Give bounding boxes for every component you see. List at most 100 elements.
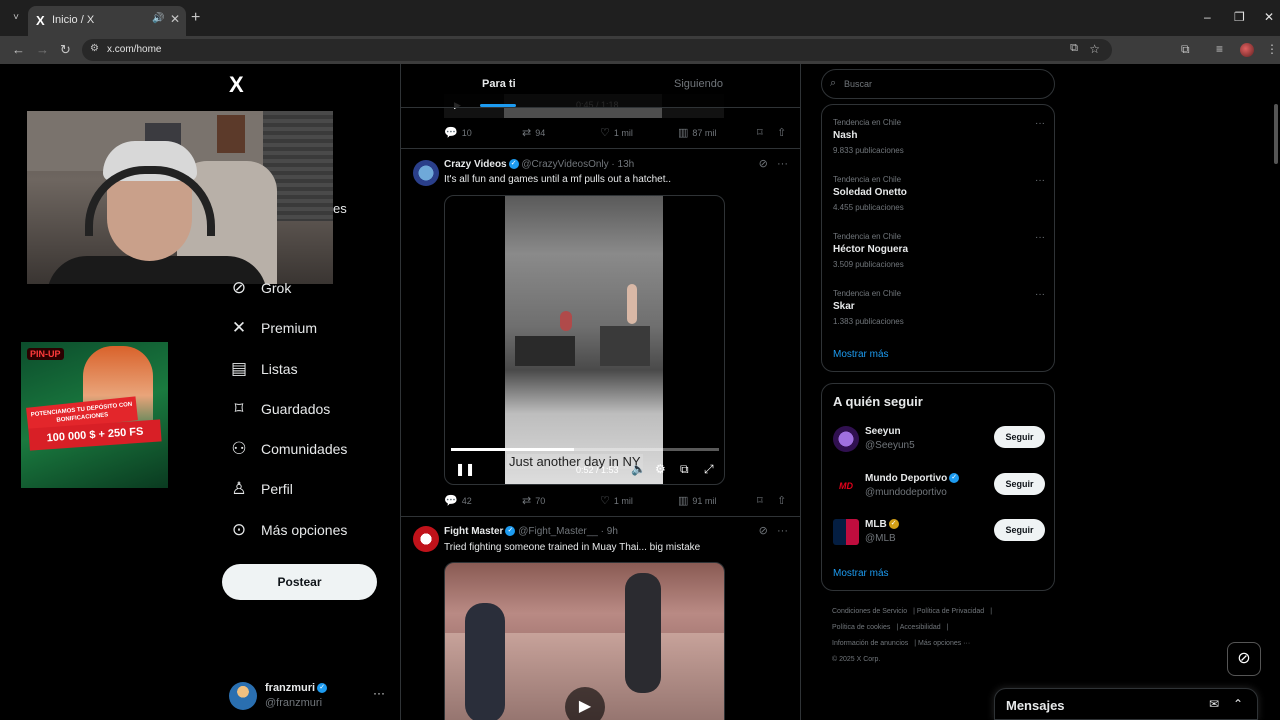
follow-suggestion[interactable]: MLB ✓ @MLB Seguir [833,517,1045,551]
avatar[interactable] [413,526,439,552]
privacy-link[interactable]: Política de Privacidad [917,608,984,615]
follow-button[interactable]: Seguir [994,519,1045,541]
author-handle[interactable]: @CrazyVideosOnly [521,159,608,170]
video-player[interactable]: ▶ [444,562,725,720]
sidebar-item-bookmarks[interactable]: ⌑ Guardados [229,394,331,424]
author-name[interactable]: Crazy Videos [444,159,507,170]
trend-item[interactable]: Tendencia en Chile Nash 9.833 publicacio… [833,118,1045,162]
follow-handle: @mundodeportivo [865,487,947,498]
new-tab-icon[interactable]: + [191,10,200,26]
sidebar-item-grok[interactable]: ⊘ Grok [229,273,291,303]
more-icon[interactable]: ··· [1035,175,1045,186]
video-player[interactable]: Just another day in NY ❚❚ 0:52 / 1:53 🔈 … [444,195,725,485]
more-icon[interactable]: ··· [777,158,788,170]
reload-icon[interactable]: ↻ [60,42,71,58]
grok-icon[interactable]: ⊘ [759,158,768,170]
reply-button[interactable]: 💬 42 [444,494,472,507]
reply-icon: 💬 [444,495,458,507]
post-button[interactable]: Postear [222,564,377,600]
grok-floating-button[interactable]: ⊘ [1227,642,1261,676]
messages-drawer[interactable]: Mensajes ✉ ⌃ [994,688,1258,720]
back-icon[interactable]: ← [12,42,25,57]
follow-button[interactable]: Seguir [994,473,1045,495]
share-button[interactable]: ⇧ [777,494,790,507]
terms-link[interactable]: Condiciones de Servicio [832,608,907,615]
ads-info-link[interactable]: Información de anuncios [832,640,908,647]
speaker-icon[interactable]: 🔊 [152,13,164,24]
follow-suggestion[interactable]: MD Mundo Deportivo ✓ @mundodeportivo Segu… [833,471,1045,505]
minimize-icon[interactable]: – [1204,10,1211,24]
casino-ad-banner[interactable]: PIN-UP POTENCIAMOS TU DEPÓSITO CON BONIF… [21,342,168,488]
trend-item[interactable]: Tendencia en Chile Héctor Noguera 3.509 … [833,232,1045,276]
page-scrollbar[interactable] [1274,104,1278,164]
trend-item[interactable]: Tendencia en Chile Soledad Onetto 4.455 … [833,175,1045,219]
browser-menu-icon[interactable]: ⋮ [1266,42,1278,56]
bookmark-button[interactable]: ⌑ [757,494,767,507]
x-logo-icon[interactable]: X [229,72,244,98]
trend-item[interactable]: Tendencia en Chile Skar 1.383 publicacio… [833,289,1045,333]
sidebar-item-premium[interactable]: ✕ Premium [229,313,317,343]
accessibility-link[interactable]: Accesibilidad [900,624,941,631]
install-app-icon[interactable]: ⧉ [1070,42,1078,55]
account-switcher[interactable]: franzmuri ✓ @franzmuri ··· [229,680,389,712]
trend-context: Tendencia en Chile [833,118,902,127]
fullscreen-icon[interactable]: ⤢ [704,462,714,477]
more-icon[interactable]: ··· [777,525,788,537]
bookmark-button[interactable]: ⌑ [757,126,767,139]
author-name[interactable]: Fight Master [444,526,503,537]
volume-icon[interactable]: 🔈 [631,462,646,476]
pause-icon[interactable]: ❚❚ [455,462,475,476]
settings-icon[interactable]: ⚙ [655,462,666,476]
share-button[interactable]: ⇧ [777,126,790,139]
account-handle: @franzmuri [265,697,323,709]
grok-icon[interactable]: ⊘ [759,525,768,537]
sidebar-item-more-options[interactable]: ⊙ Más opciones [229,515,348,545]
site-info-icon[interactable]: ⚙ [90,43,99,54]
browser-profile-avatar[interactable] [1240,43,1254,57]
follow-suggestion[interactable]: Seeyun @Seeyun5 Seguir [833,424,1045,458]
like-button[interactable]: ♡ 1 mil [600,494,633,507]
footer-more-link[interactable]: Más opciones ··· [918,640,970,647]
tab-search-icon[interactable]: ˅ [8,10,24,26]
video-progress-bar[interactable] [451,448,719,451]
more-icon[interactable]: ··· [1035,232,1045,243]
repost-button[interactable]: ⇄ 94 [522,126,545,139]
trend-name: Héctor Noguera [833,244,909,255]
new-message-icon[interactable]: ✉ [1209,697,1219,711]
search-input[interactable]: ⌕ Buscar [821,69,1055,99]
reply-button[interactable]: 💬 10 [444,126,472,139]
tab-following[interactable]: Siguiendo [674,78,723,90]
cookies-link[interactable]: Política de cookies [832,624,890,631]
omnibox[interactable]: ⚙ x.com/home ⧉ ☆ [82,39,1112,61]
bookmark-star-icon[interactable]: ☆ [1089,42,1100,56]
media-controls-icon[interactable]: ≡ [1216,42,1223,56]
more-icon[interactable]: ··· [1035,289,1045,300]
window-close-icon[interactable]: ✕ [1264,10,1274,24]
repost-button[interactable]: ⇄ 70 [522,494,545,507]
follow-show-more-link[interactable]: Mostrar más [833,568,889,579]
browser-tab[interactable]: X Inicio / X 🔊 ✕ [28,6,186,36]
follow-button[interactable]: Seguir [994,426,1045,448]
sidebar-item-lists[interactable]: ▤ Listas [229,354,298,384]
post-age[interactable]: · 9h [601,526,618,537]
forward-icon[interactable]: → [36,42,49,57]
extensions-icon[interactable]: ⧉ [1181,42,1190,57]
tab-close-icon[interactable]: ✕ [170,12,180,26]
account-more-icon[interactable]: ··· [373,686,385,700]
avatar[interactable] [413,160,439,186]
like-button[interactable]: ♡ 1 mil [600,126,633,139]
play-icon[interactable]: ▶ [565,687,605,720]
restore-icon[interactable]: ❐ [1234,10,1245,24]
sidebar-item-communities[interactable]: ⚇ Comunidades [229,434,347,464]
url-text[interactable]: x.com/home [107,44,161,55]
post-age[interactable]: · 13h [611,159,634,170]
more-icon[interactable]: ··· [1035,118,1045,129]
chevron-up-icon[interactable]: ⌃ [1233,697,1243,711]
trends-show-more-link[interactable]: Mostrar más [833,349,889,360]
views-button[interactable]: ▥ 87 mil [678,126,716,139]
author-handle[interactable]: @Fight_Master__ [518,526,598,537]
pip-icon[interactable]: ⧉ [680,462,689,477]
sidebar-item-profile[interactable]: ♙ Perfil [229,474,293,504]
tab-for-you[interactable]: Para ti [482,78,516,90]
views-button[interactable]: ▥ 91 mil [678,494,716,507]
